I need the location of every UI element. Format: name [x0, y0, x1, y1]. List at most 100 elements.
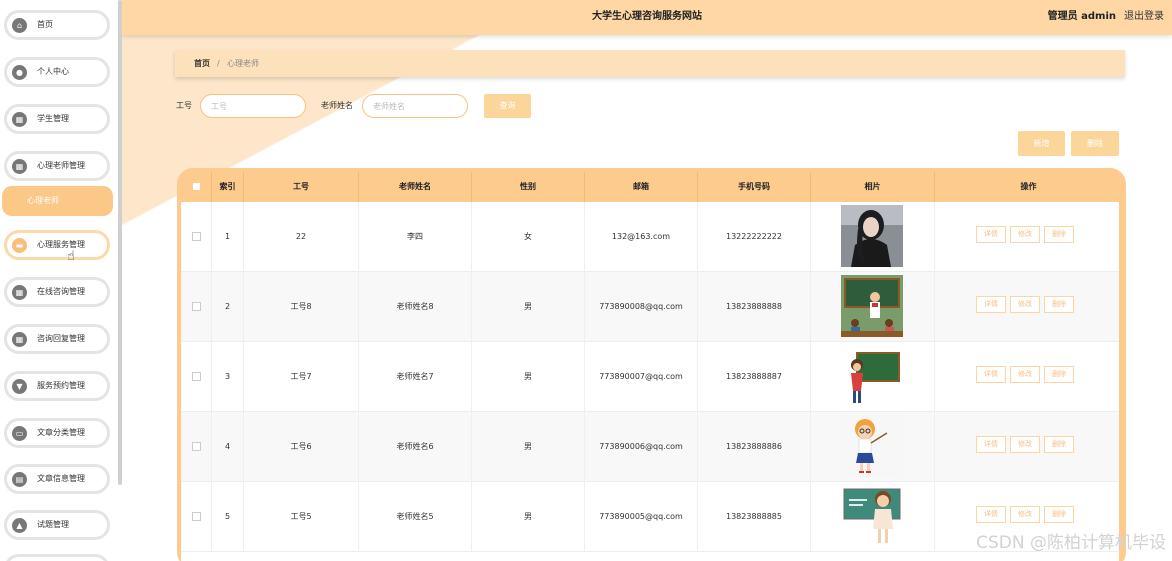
detail-button[interactable]: 详情 — [976, 366, 1006, 383]
sidebar-item-label: 试题管理 — [37, 520, 69, 529]
teacher-photo — [841, 205, 903, 267]
sidebar-item-articles[interactable]: ▤ 文章信息管理 — [4, 464, 110, 494]
row-delete-button[interactable]: 删除 — [1044, 436, 1074, 453]
thumb-up-icon: ▲ — [12, 518, 27, 533]
edit-button[interactable]: 修改 — [1010, 366, 1040, 383]
grid-icon: ▦ — [12, 332, 27, 347]
gender-cell: 男 — [471, 482, 584, 551]
photo-cell — [810, 202, 934, 271]
id-search-input[interactable] — [200, 94, 306, 118]
breadcrumb: 首页 / 心理老师 — [175, 50, 1125, 77]
grid-icon: ▦ — [12, 112, 27, 127]
row-checkbox-cell[interactable] — [181, 202, 211, 271]
edit-button[interactable]: 修改 — [1010, 436, 1040, 453]
row-checkbox-cell[interactable] — [181, 272, 211, 341]
id-cell: 工号7 — [243, 342, 358, 411]
home-icon: ⌂ — [12, 18, 27, 33]
column-header: 老师姓名 — [358, 172, 471, 202]
sidebar-item-services[interactable]: ▬ 心理服务管理 — [4, 230, 110, 260]
row-delete-button[interactable]: 删除 — [1044, 506, 1074, 523]
index-cell: 3 — [211, 342, 243, 411]
teacher-photo — [841, 485, 903, 547]
teacher-photo — [841, 275, 903, 337]
sidebar-item-replies[interactable]: ▦ 咨询回复管理 — [4, 324, 110, 354]
index-cell: 1 — [211, 202, 243, 271]
sidebar-item-profile[interactable]: ● 个人中心 — [4, 57, 110, 87]
row-delete-button[interactable]: 删除 — [1044, 296, 1074, 313]
actions-cell: 详情 修改 删除 — [934, 412, 1119, 481]
column-header: 性别 — [471, 172, 584, 202]
sidebar-item-students[interactable]: ▦ 学生管理 — [4, 104, 110, 134]
teacher-table: 索引 工号 老师姓名 性别 邮箱 手机号码 相片 操作 1 22 李四 女 13… — [177, 168, 1126, 561]
column-header: 相片 — [810, 172, 934, 202]
edit-button[interactable]: 修改 — [1010, 226, 1040, 243]
edit-button[interactable]: 修改 — [1010, 506, 1040, 523]
gender-cell: 男 — [471, 412, 584, 481]
grid-icon: ▦ — [12, 159, 27, 174]
search-button[interactable]: 查询 — [484, 94, 531, 118]
phone-cell: 13823888886 — [697, 412, 810, 481]
hand-cursor-icon: ☝ — [67, 249, 75, 264]
sidebar-item-questions[interactable]: ▲ 试题管理 — [4, 510, 110, 540]
detail-button[interactable]: 详情 — [976, 506, 1006, 523]
row-checkbox[interactable] — [191, 372, 201, 381]
phone-cell: 13823888885 — [697, 482, 810, 551]
column-header: 工号 — [243, 172, 358, 202]
breadcrumb-home[interactable]: 首页 — [194, 50, 210, 77]
delete-button[interactable]: 删除 — [1071, 131, 1119, 156]
row-checkbox-cell[interactable] — [181, 482, 211, 551]
id-cell: 工号5 — [243, 482, 358, 551]
sidebar-item-home[interactable]: ⌂ 首页 — [4, 10, 110, 40]
sidebar-item-article-categories[interactable]: ▭ 文章分类管理 — [4, 418, 110, 448]
gender-cell: 男 — [471, 342, 584, 411]
name-cell: 老师姓名6 — [358, 412, 471, 481]
photo-cell — [810, 342, 934, 411]
main-area: 大学生心理咨询服务网站 管理员 admin 退出登录 首页 / 心理老师 工号 … — [122, 0, 1172, 561]
email-cell: 773890008@qq.com — [584, 272, 697, 341]
sidebar-item-label: 在线咨询管理 — [37, 287, 85, 296]
table-row: 3 工号7 老师姓名7 男 773890007@qq.com 138238888… — [181, 342, 1119, 412]
sidebar-item-online-consult[interactable]: ▦ 在线咨询管理 — [4, 277, 110, 307]
table-row: 1 22 李四 女 132@163.com 13222222222 详情 修改 … — [181, 202, 1119, 272]
detail-button[interactable]: 详情 — [976, 296, 1006, 313]
select-all-checkbox[interactable] — [192, 183, 200, 190]
name-search-input[interactable] — [362, 94, 468, 118]
detail-button[interactable]: 详情 — [976, 226, 1006, 243]
row-checkbox[interactable] — [191, 512, 201, 521]
row-checkbox[interactable] — [191, 232, 201, 241]
email-cell: 773890005@qq.com — [584, 482, 697, 551]
sidebar-subitem-teacher[interactable]: 心理老师 — [2, 186, 113, 216]
logout-link[interactable]: 退出登录 — [1124, 0, 1164, 33]
row-checkbox-cell[interactable] — [181, 412, 211, 481]
header-checkbox-cell[interactable] — [181, 172, 211, 202]
site-title: 大学生心理咨询服务网站 — [592, 11, 702, 22]
name-cell: 李四 — [358, 202, 471, 271]
admin-label: 管理员 admin — [1047, 11, 1116, 22]
briefcase-icon: ▭ — [12, 426, 27, 441]
edit-button[interactable]: 修改 — [1010, 296, 1040, 313]
table-row: 2 工号8 老师姓名8 男 773890008@qq.com 138238888… — [181, 272, 1119, 342]
table-row: 4 工号6 老师姓名6 男 773890006@qq.com 138238888… — [181, 412, 1119, 482]
row-checkbox[interactable] — [191, 302, 201, 311]
sidebar-item-partial[interactable] — [4, 554, 110, 561]
column-header: 邮箱 — [584, 172, 697, 202]
id-cell: 22 — [243, 202, 358, 271]
row-delete-button[interactable]: 删除 — [1044, 226, 1074, 243]
actions-cell: 详情 修改 删除 — [934, 202, 1119, 271]
sidebar-item-appointments[interactable]: ▼ 服务预约管理 — [4, 371, 110, 401]
phone-cell: 13222222222 — [697, 202, 810, 271]
detail-button[interactable]: 详情 — [976, 436, 1006, 453]
name-filter-label: 老师姓名 — [321, 101, 353, 110]
top-header: 大学生心理咨询服务网站 管理员 admin 退出登录 — [122, 0, 1172, 35]
user-icon: ● — [12, 65, 27, 80]
breadcrumb-separator: / — [217, 59, 220, 68]
table-header: 索引 工号 老师姓名 性别 邮箱 手机号码 相片 操作 — [177, 172, 1126, 202]
row-checkbox[interactable] — [191, 442, 201, 451]
add-button[interactable]: 新增 — [1018, 131, 1065, 156]
row-delete-button[interactable]: 删除 — [1044, 366, 1074, 383]
sidebar-item-label: 文章分类管理 — [37, 428, 85, 437]
row-checkbox-cell[interactable] — [181, 342, 211, 411]
sidebar-item-teachers[interactable]: ▦ 心理老师管理 — [4, 151, 110, 181]
sidebar-item-label: 服务预约管理 — [37, 381, 85, 390]
name-cell: 老师姓名8 — [358, 272, 471, 341]
